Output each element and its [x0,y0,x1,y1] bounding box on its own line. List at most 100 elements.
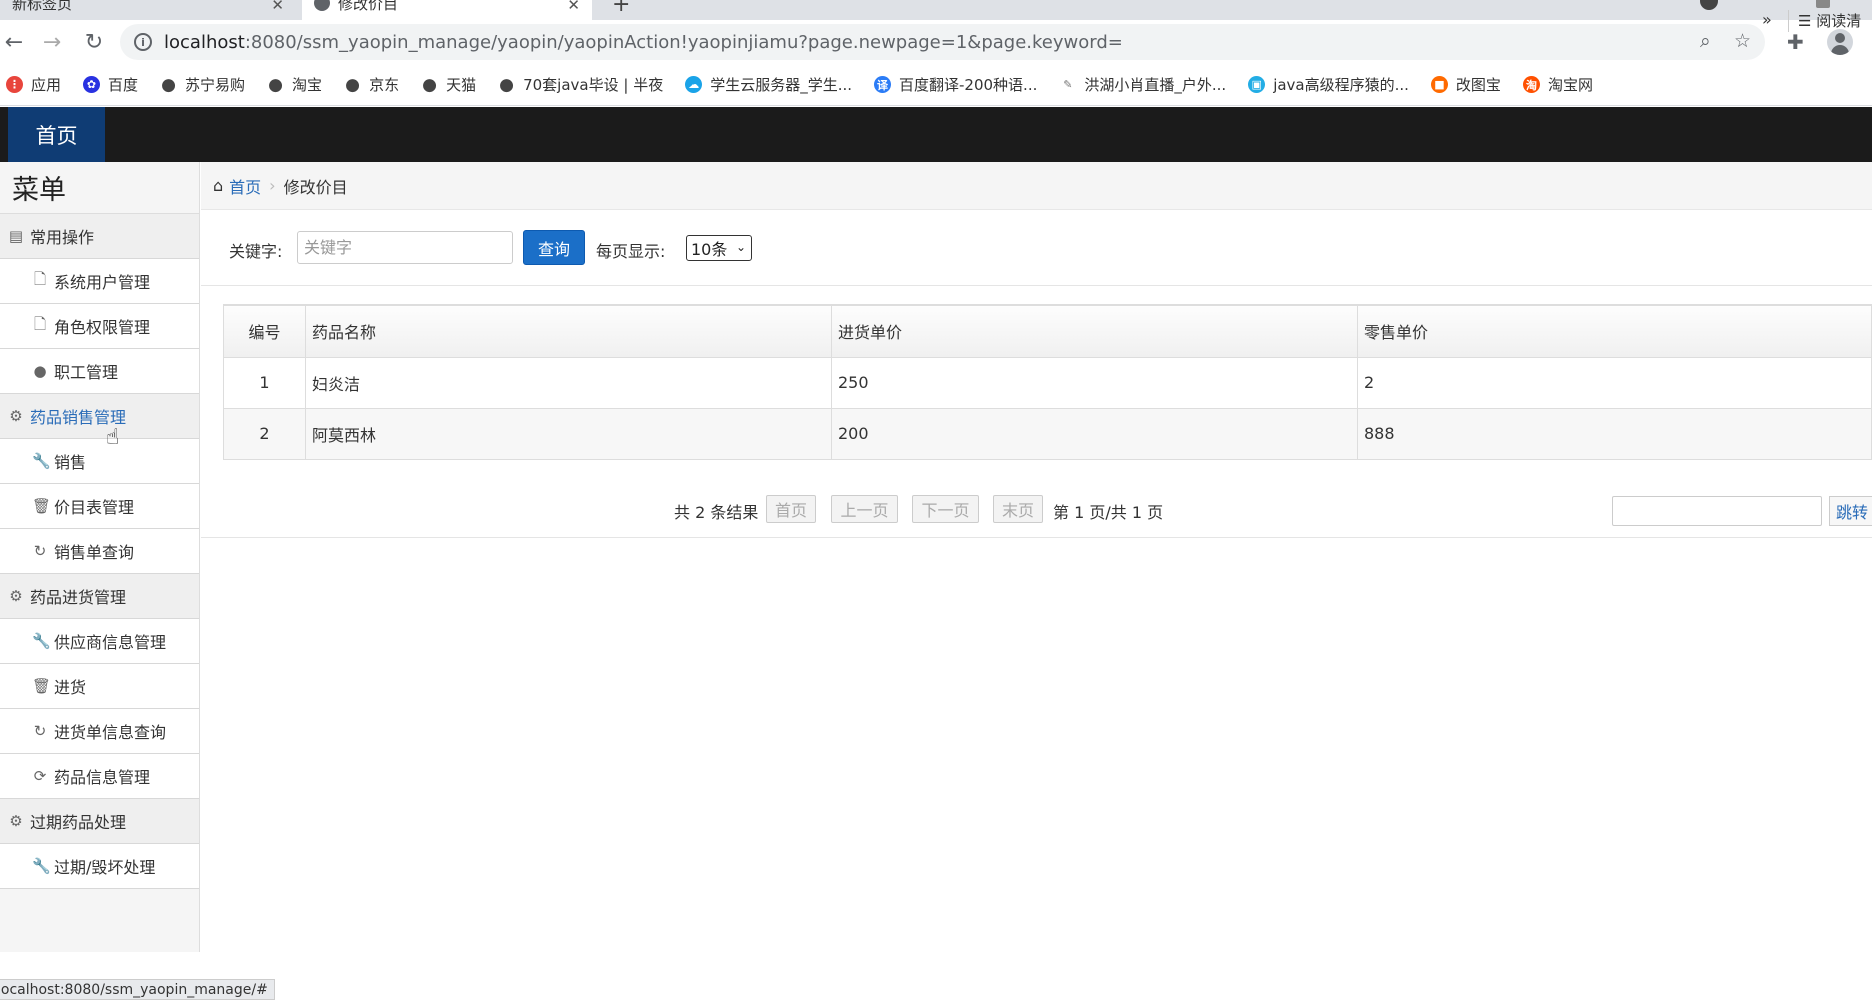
bilibili-icon: ▣ [1248,76,1266,93]
sidebar-label: 销售单查询 [54,543,135,562]
minimize-icon[interactable] [1816,0,1830,8]
sidebar-item[interactable]: 🗋 角色权限管理 [0,304,199,349]
sidebar-group[interactable]: ⚙ 过期药品处理 [0,799,199,844]
bookmark-item[interactable]: ▣ java高级程序猿的... [1248,74,1409,95]
breadcrumb-home-link[interactable]: 首页 [229,174,261,198]
bookmark-item[interactable]: ⋮ 应用 [6,74,61,95]
bookmark-item[interactable]: ✿ 百度 [83,74,138,95]
info-icon[interactable]: i [134,33,152,51]
gear-icon: ⚙ [9,812,23,830]
column-header-retail-price: 零售单价 [1357,304,1872,358]
breadcrumb-current: 修改价目 [283,177,348,197]
close-icon[interactable]: ✕ [271,0,284,14]
close-icon[interactable]: ✕ [567,0,580,14]
bookmark-label: 天猫 [446,76,477,94]
chevron-down-icon: ⌄ [735,240,746,254]
translate-icon: 译 [874,76,892,93]
url-omnibox[interactable]: i localhost:8080/ssm_yaopin_manage/yaopi… [120,24,1765,60]
sidebar-label: 供应商信息管理 [54,633,167,652]
bookmark-item[interactable]: ✎ 洪湖小肖直播_户外... [1059,74,1226,95]
gaitubao-icon: ■ [1430,76,1448,93]
sidebar-label: 药品进货管理 [30,588,127,607]
sidebar-item[interactable]: 🗑 价目表管理 [0,484,199,529]
profile-avatar[interactable] [1827,29,1853,55]
cell-id: 2 [223,407,306,460]
zoom-icon[interactable]: ⌕ [1700,30,1711,52]
jump-button[interactable]: 跳转 [1829,496,1872,526]
bookmarks-divider [1788,10,1789,32]
page-size-select[interactable]: 10条 ⌄ [686,235,752,261]
bookmark-label: 洪湖小肖直播_户外... [1084,76,1227,94]
bookmark-label: 百度 [108,76,139,94]
browser-tab-active[interactable]: 修改价目 ✕ [302,0,592,20]
url-text: localhost:8080/ssm_yaopin_manage/yaopin/… [164,32,1123,53]
sidebar-item[interactable]: 🔧 供应商信息管理 [0,619,199,664]
taobao-icon: 淘 [1522,76,1540,93]
query-button[interactable]: 查询 [523,230,585,265]
sidebar-item[interactable]: 🔧 过期/毁坏处理 [0,844,199,889]
back-icon[interactable]: ← [0,28,28,56]
keyword-input[interactable] [297,231,513,264]
table-row[interactable]: 1 妇炎洁 250 2 [223,356,1872,409]
extensions-icon[interactable]: ✚ [1787,30,1804,54]
sidebar-item[interactable]: ● 职工管理 [0,349,199,394]
jump-page-input[interactable] [1612,496,1822,526]
tab-title: 修改价目 [338,0,399,13]
bookmark-item[interactable]: 淘淘宝网 [1522,74,1593,95]
bookmark-item[interactable]: ● 天猫 [421,74,476,95]
bookmarks-bar: ⋮ 应用 ✿ 百度 ● 苏宁易购 ● 淘宝 ● 京东 ● 天猫 ● 70套java毕设 | 半夜 ☁ 学生云服… [0,64,1872,106]
sidebar: 菜单 ▤ 常用操作 🗋 系统用户管理 🗋 角色权限管理 ● 职工管理 ⚙ 药品销售管理 🔧 销售 🗑 价目… [0,162,200,952]
first-page-button[interactable]: 首页 [766,495,816,523]
sidebar-item[interactable]: ⟳ 药品信息管理 [0,754,199,799]
sidebar-item[interactable]: 🔧 销售 [0,439,199,484]
bookmark-item[interactable]: ☁ 学生云服务器_学生... [685,74,852,95]
sidebar-label: 常用操作 [30,228,95,247]
table-row[interactable]: 2 阿莫西林 200 888 [223,407,1872,460]
file-icon: 🗋 [33,269,47,288]
sidebar-item[interactable]: 🗋 系统用户管理 [0,259,199,304]
comment-icon: ● [33,362,47,380]
header-home-tab[interactable]: 首页 [8,107,105,162]
bookmark-item[interactable]: ■ 改图宝 [1430,74,1501,95]
page-info: 第 1 页/共 1 页 [1053,503,1164,522]
sidebar-label: 价目表管理 [54,498,135,517]
bookmark-item[interactable]: ● 京东 [344,74,399,95]
gear-icon: ⚙ [9,587,23,605]
next-page-button[interactable]: 下一页 [912,495,979,523]
bookmark-label: 70套java毕设 | 半夜 [523,76,664,94]
sidebar-item[interactable]: 🗑 进货 [0,664,199,709]
browser-tab[interactable]: 新标签页 ✕ [0,0,296,20]
last-page-button[interactable]: 末页 [993,495,1043,523]
bookmarks-more-icon[interactable]: » [1762,10,1772,29]
sidebar-group[interactable]: ⚙ 药品进货管理 [0,574,199,619]
table-header-row: 编号 药品名称 进货单价 零售单价 [223,304,1872,358]
bookmark-item[interactable]: ● 70套java毕设 | 半夜 [498,74,663,95]
sidebar-label: 过期药品处理 [30,813,127,832]
star-icon[interactable]: ☆ [1734,30,1751,52]
tab-search-icon[interactable] [1700,0,1718,10]
forward-icon[interactable]: → [38,28,66,56]
bookmark-item[interactable]: ● 淘宝 [267,74,322,95]
cloud-icon: ☁ [685,76,703,93]
bookmark-label: java高级程序猿的... [1273,76,1409,94]
bookmark-label: 学生云服务器_学生... [710,76,853,94]
address-bar: ← → ↻ i localhost:8080/ssm_yaopin_manage… [0,20,1872,64]
cell-name: 阿莫西林 [305,407,832,460]
reading-list-button[interactable]: ☰ 阅读清 [1798,10,1861,31]
globe-icon: ● [345,74,360,95]
new-tab-icon[interactable]: + [612,0,630,17]
bookmark-item[interactable]: 译百度翻译-200种语... [874,74,1037,95]
sidebar-item[interactable]: ↻ 销售单查询 [0,529,199,574]
prev-page-button[interactable]: 上一页 [831,495,898,523]
cell-retail-price: 888 [1357,407,1872,460]
bookmark-label: 百度翻译-200种语... [899,76,1038,94]
sidebar-group[interactable]: ⚙ 药品销售管理 [0,394,199,439]
sidebar-group[interactable]: ▤ 常用操作 [0,214,199,259]
reload-icon[interactable]: ↻ [80,28,108,56]
wrench-icon: 🔧 [32,452,51,470]
pagination: 共 2 条结果 首页 上一页 下一页 末页 第 1 页/共 1 页 跳转 [201,478,1872,538]
breadcrumb-separator: › [269,176,276,195]
bookmark-item[interactable]: ● 苏宁易购 [160,74,245,95]
sidebar-item[interactable]: ↻ 进货单信息查询 [0,709,199,754]
total-results: 共 2 条结果 [674,503,759,522]
